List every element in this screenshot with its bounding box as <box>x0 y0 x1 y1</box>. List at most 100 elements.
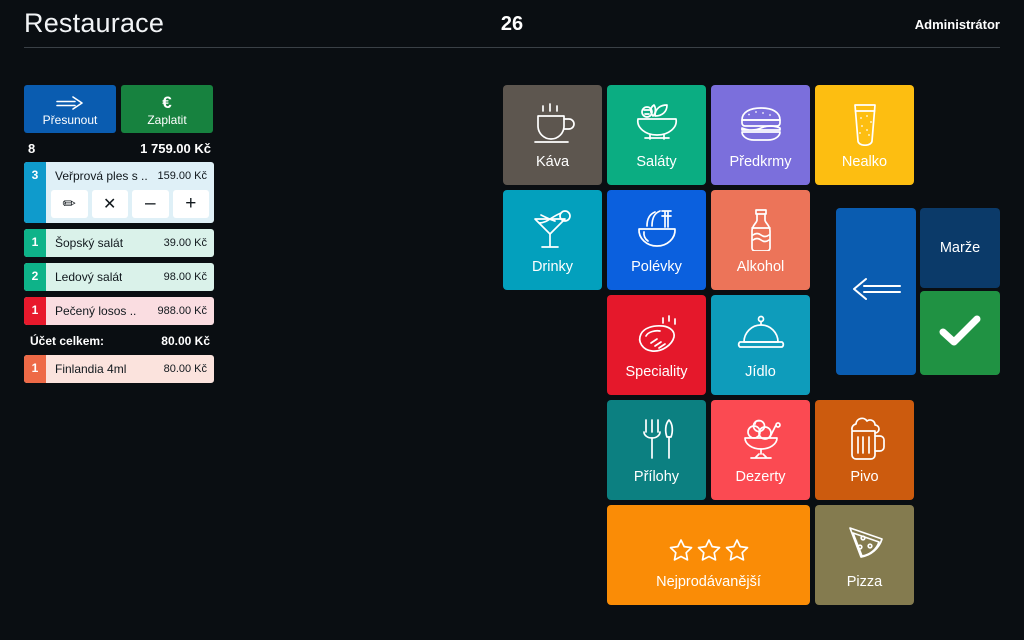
back-button[interactable] <box>836 208 916 375</box>
order-item-body: Finlandia 4ml 80.00 Kč <box>46 355 214 383</box>
category-tile-label: Pizza <box>846 574 883 591</box>
order-item-actions: ✏ ✕ – + <box>46 190 214 223</box>
pay-button-label: Zaplatit <box>147 112 187 127</box>
order-item-price: 98.00 Kč <box>163 271 207 283</box>
order-item-quantity: 1 <box>24 229 46 257</box>
order-item-line: Finlandia 4ml 80.00 Kč <box>46 355 214 383</box>
margin-button[interactable]: Marže <box>920 208 1000 288</box>
steak-icon <box>633 310 681 356</box>
order-item-row[interactable]: 1 Pečený losos .. 988.00 Kč <box>24 297 214 325</box>
category-tile-label: Nealko <box>841 154 888 171</box>
order-item-name: Veřprová ples s .. <box>55 169 148 183</box>
salad-bowl-icon <box>633 100 681 146</box>
order-item-name: Ledový salát <box>55 270 123 284</box>
order-item-row[interactable]: 3 Veřprová ples s .. 159.00 Kč ✏ ✕ – + <box>24 162 214 223</box>
pay-button[interactable]: € Zaplatit <box>121 85 213 133</box>
category-tile-label: Polévky <box>631 259 682 276</box>
category-tile[interactable]: Polévky <box>607 190 706 290</box>
category-tile-label: Předkrmy <box>729 154 792 171</box>
order-item-row[interactable]: 1 Finlandia 4ml 80.00 Kč <box>24 355 214 383</box>
order-total: 1 759.00 Kč <box>140 141 211 156</box>
order-actions: Přesunout € Zaplatit <box>24 85 214 133</box>
order-item-price: 39.00 Kč <box>163 237 207 249</box>
category-tile[interactable]: Pivo <box>815 400 914 500</box>
table-number: 26 <box>500 13 524 35</box>
category-tile[interactable]: Přílohy <box>607 400 706 500</box>
category-tile-label: Káva <box>535 154 570 171</box>
order-item-quantity: 1 <box>24 355 46 383</box>
margin-button-label: Marže <box>939 240 981 256</box>
order-item-body: Veřprová ples s .. 159.00 Kč ✏ ✕ – + <box>46 162 214 223</box>
category-tile-label: Alkohol <box>736 259 785 276</box>
category-tile-label: Speciality <box>625 364 688 381</box>
category-tile[interactable]: Drinky <box>503 190 602 290</box>
order-item-quantity: 1 <box>24 297 46 325</box>
category-tile[interactable]: Káva <box>503 85 602 185</box>
category-tile-label: Jídlo <box>745 364 776 381</box>
order-summary-row: 8 1 759.00 Kč <box>24 141 214 156</box>
arrow-right-icon <box>55 93 85 113</box>
order-item-line: Šopský salát 39.00 Kč <box>46 229 214 257</box>
delete-item-button[interactable]: ✕ <box>91 190 128 218</box>
burger-icon <box>737 100 785 146</box>
increase-quantity-button[interactable]: + <box>172 190 209 218</box>
category-tile[interactable]: Předkrmy <box>711 85 810 185</box>
order-item-price: 159.00 Kč <box>157 170 207 182</box>
order-item-list: 3 Veřprová ples s .. 159.00 Kč ✏ ✕ – +1 Šopský … <box>24 162 214 383</box>
category-tile[interactable]: Nealko <box>815 85 914 185</box>
order-item-quantity: 3 <box>24 162 46 223</box>
noodle-bowl-icon <box>633 205 681 251</box>
category-tile-label: Dezerty <box>735 469 786 486</box>
order-item-body: Ledový salát 98.00 Kč <box>46 263 214 291</box>
cocktail-icon <box>529 205 577 251</box>
close-icon: ✕ <box>103 196 117 213</box>
pos-screen: Restaurace 26 Administrátor Přesunout € … <box>0 0 1024 640</box>
bottle-icon <box>737 205 785 252</box>
category-tile-label: Drinky <box>531 259 574 276</box>
fork-knife-icon <box>633 415 681 461</box>
edit-item-button[interactable]: ✏ <box>51 190 88 218</box>
category-tile-label: Pivo <box>850 469 879 486</box>
category-tile-label: Saláty <box>636 154 677 171</box>
category-tile[interactable]: Jídlo <box>711 295 810 395</box>
order-item-row[interactable]: 1 Šopský salát 39.00 Kč <box>24 229 214 257</box>
ice-cream-icon <box>737 415 785 461</box>
bill-total-row: Účet celkem: 80.00 Kč <box>24 331 214 349</box>
euro-icon: € <box>162 93 172 112</box>
category-tile[interactable]: Saláty <box>607 85 706 185</box>
current-user: Administrátor <box>914 17 1000 32</box>
pencil-icon: ✏ <box>62 196 76 213</box>
order-item-name: Pečený losos .. <box>55 304 137 318</box>
move-button[interactable]: Přesunout <box>24 85 116 133</box>
order-item-body: Šopský salát 39.00 Kč <box>46 229 214 257</box>
order-item-line: Ledový salát 98.00 Kč <box>46 263 214 291</box>
soda-glass-icon <box>841 100 889 147</box>
order-item-row[interactable]: 2 Ledový salát 98.00 Kč <box>24 263 214 291</box>
order-item-line: Veřprová ples s .. 159.00 Kč <box>46 162 214 190</box>
order-item-name: Finlandia 4ml <box>55 362 127 376</box>
order-item-name: Šopský salát <box>55 236 124 250</box>
category-tile[interactable]: Alkohol <box>711 190 810 290</box>
order-item-quantity: 2 <box>24 263 46 291</box>
order-panel: Přesunout € Zaplatit 8 1 759.00 Kč 3 Veřp… <box>24 85 214 383</box>
app-header: Restaurace 26 Administrátor <box>0 0 1024 48</box>
arrow-left-icon <box>850 276 902 307</box>
coffee-cup-icon <box>529 100 577 146</box>
header-divider <box>24 47 1000 48</box>
order-item-count: 8 <box>28 141 36 156</box>
order-item-price: 988.00 Kč <box>157 305 207 317</box>
category-tile[interactable]: Speciality <box>607 295 706 395</box>
category-tile[interactable]: Pizza <box>815 505 914 605</box>
three-stars-icon <box>666 520 752 566</box>
order-item-price: 80.00 Kč <box>163 363 207 375</box>
category-tile[interactable]: Dezerty <box>711 400 810 500</box>
move-button-label: Přesunout <box>42 112 98 127</box>
category-tile-label: Přílohy <box>633 469 680 486</box>
check-icon <box>938 314 982 353</box>
plus-icon: + <box>185 193 197 214</box>
order-item-body: Pečený losos .. 988.00 Kč <box>46 297 214 325</box>
pizza-slice-icon <box>841 520 889 566</box>
category-tile[interactable]: Nejprodávanější <box>607 505 810 605</box>
decrease-quantity-button[interactable]: – <box>132 190 169 218</box>
confirm-button[interactable] <box>920 291 1000 375</box>
